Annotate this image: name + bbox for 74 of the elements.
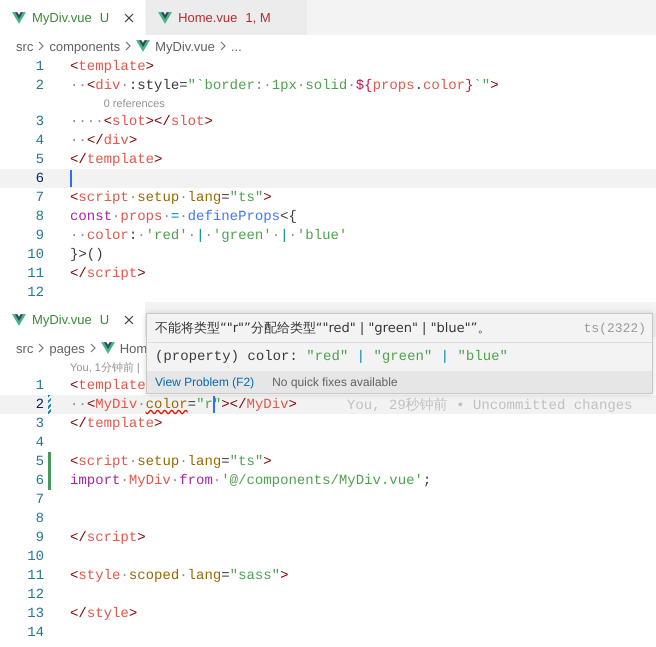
breadcrumb-item[interactable]: src xyxy=(16,340,34,356)
code-line: </script> xyxy=(70,530,146,546)
chevron-icon xyxy=(124,41,132,51)
code-line: import·MyDiv·from·'@/components/MyDiv.vue'; xyxy=(70,472,432,488)
line-number: 10 xyxy=(26,548,44,564)
code-line: }>() xyxy=(70,246,104,262)
code-line: <template xyxy=(70,378,146,394)
chevron-icon xyxy=(218,41,227,51)
line-number: 2 xyxy=(34,78,44,94)
line-number: 5 xyxy=(34,454,44,470)
code-line: </template> xyxy=(70,152,162,168)
line-number: 1 xyxy=(34,378,44,394)
code-line: ····<slot></slot> xyxy=(70,114,213,130)
line-number: 14 xyxy=(26,624,44,640)
editor-tab[interactable]: MyDiv.vue U xyxy=(0,0,146,35)
breadcrumb-item[interactable]: pages xyxy=(49,340,85,356)
breadcrumb-item[interactable]: MyDiv.vue xyxy=(155,38,215,54)
change-marker[interactable] xyxy=(48,452,51,471)
vue-icon xyxy=(12,12,26,24)
line-number: 7 xyxy=(34,190,44,206)
line-number: 8 xyxy=(34,208,44,224)
codelens[interactable]: You, 1分钟前 | xyxy=(70,360,140,375)
code-line: ··color:·'red'·|·'green'·|·'blue' xyxy=(70,228,348,244)
line-number: 12 xyxy=(26,284,44,300)
line-number: 6 xyxy=(34,170,44,186)
code-line: </style> xyxy=(70,606,138,622)
chevron-icon xyxy=(88,343,97,353)
code-line: </template> xyxy=(70,416,162,432)
code-line: <template> xyxy=(70,58,154,74)
vue-file-icon xyxy=(100,342,115,354)
line-number: 12 xyxy=(26,586,44,602)
editor-tab[interactable]: MyDiv.vue U xyxy=(0,302,146,337)
code-line: <style·scoped·lang="sass"> xyxy=(70,568,288,584)
line-number: 8 xyxy=(34,510,44,526)
code-line: ··<div·:style="`border:·1px·solid·${props.color}`"> xyxy=(70,78,499,94)
line-number: 4 xyxy=(34,132,44,148)
line-number: 2 xyxy=(34,396,44,412)
error-code: ts(2322) xyxy=(584,320,646,336)
codelens[interactable]: 0 references xyxy=(104,98,165,110)
line-number: 9 xyxy=(34,530,44,546)
breadcrumb-item[interactable]: ... xyxy=(230,38,242,54)
breadcrumb-item[interactable]: components xyxy=(49,38,120,54)
code-line: </script> xyxy=(70,266,146,282)
line-number: 5 xyxy=(34,152,44,168)
vue-icon xyxy=(12,314,26,326)
line-number: 13 xyxy=(26,606,44,622)
line-number: 10 xyxy=(26,246,44,262)
quick-fix-note: No quick fixes available xyxy=(272,375,398,389)
vue-file-icon xyxy=(136,40,150,52)
view-problem-link[interactable]: View Problem (F2) xyxy=(155,375,254,389)
change-marker[interactable] xyxy=(48,395,51,414)
error-message: 不能将类型“"r"”分配给类型“"red" | "green" | "blue"”。 xyxy=(155,320,490,337)
code-line: const·props·=·defineProps<{ xyxy=(70,208,297,224)
breadcrumb-item[interactable]: src xyxy=(16,38,34,54)
vue-icon xyxy=(158,12,172,24)
type-signature: (property) color: "red" | "green" | "blue" xyxy=(154,348,509,367)
line-number: 6 xyxy=(34,472,44,488)
line-number: 7 xyxy=(34,492,44,508)
line-number: 11 xyxy=(26,266,44,282)
code-line: ··</div> xyxy=(70,132,138,148)
line-number: 11 xyxy=(26,568,44,584)
line-number: 4 xyxy=(34,434,44,450)
line-number: 1 xyxy=(34,58,44,74)
code-line: ··<MyDiv·color="r"></MyDiv> xyxy=(70,396,297,414)
chevron-icon xyxy=(37,41,46,51)
code-line: <script·setup·lang="ts"> xyxy=(70,190,272,206)
code-line: <script·setup·lang="ts"> xyxy=(70,454,272,470)
change-marker[interactable] xyxy=(48,471,51,490)
editor-tab[interactable]: Home.vue 1, M xyxy=(146,0,308,35)
line-number: 9 xyxy=(34,228,44,244)
breadcrumb-item[interactable]: Hom xyxy=(120,340,148,356)
chevron-icon xyxy=(37,343,46,353)
line-number: 3 xyxy=(34,114,44,130)
line-number: 3 xyxy=(34,416,44,432)
